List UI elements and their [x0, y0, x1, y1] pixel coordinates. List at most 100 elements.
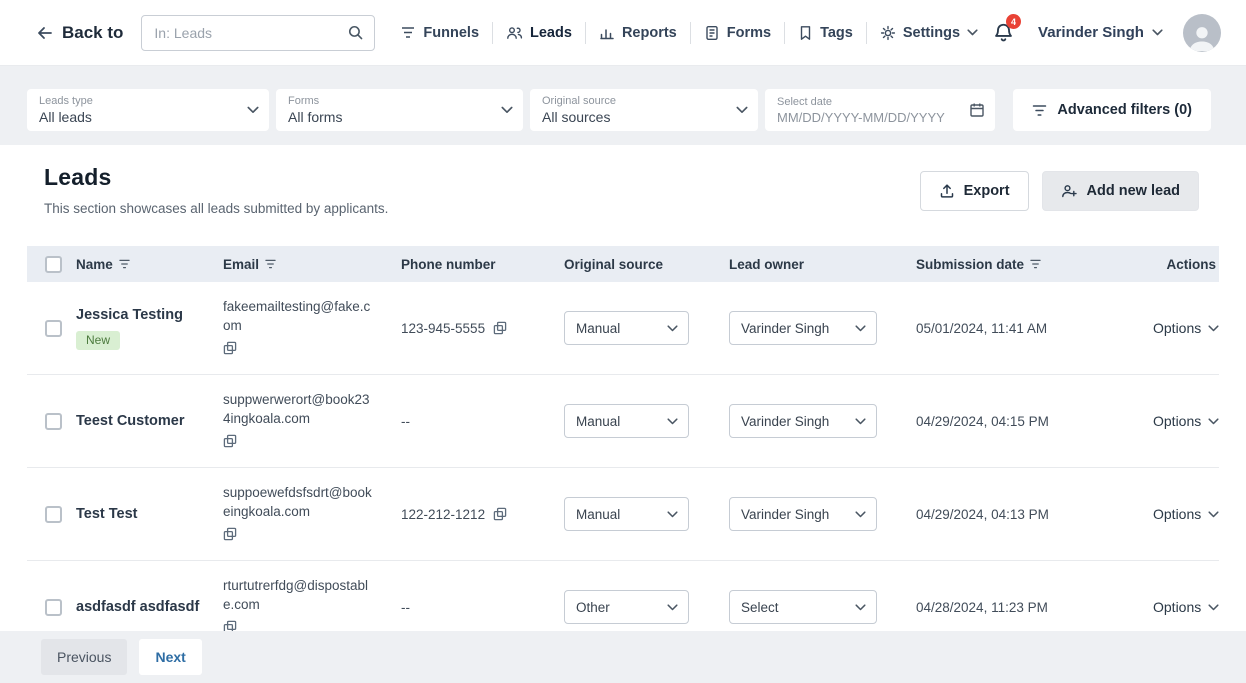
select-value: Other: [576, 600, 610, 615]
column-header-actions: Actions: [1153, 257, 1219, 272]
row-checkbox[interactable]: [45, 506, 62, 523]
nav-label: Forms: [727, 25, 771, 41]
chevron-down-icon: [1208, 604, 1219, 611]
select-all-checkbox[interactable]: [45, 256, 62, 273]
nav-tags[interactable]: Tags: [785, 25, 866, 41]
options-label: Options: [1153, 506, 1201, 522]
submission-date: 04/29/2024, 04:13 PM: [916, 507, 1049, 522]
filter-label: Original source: [542, 95, 736, 107]
original-source-select[interactable]: Other: [564, 590, 689, 624]
user-menu[interactable]: Varinder Singh: [1038, 24, 1163, 41]
column-header-email: Email: [223, 257, 401, 272]
date-filter-icon[interactable]: [1030, 259, 1041, 269]
submission-date: 04/29/2024, 04:15 PM: [916, 414, 1049, 429]
previous-page-button[interactable]: Previous: [41, 639, 127, 675]
chevron-down-icon: [667, 418, 678, 425]
forms-filter[interactable]: Forms All forms: [276, 89, 523, 131]
copy-email-icon[interactable]: [223, 620, 237, 631]
chevron-down-icon: [1152, 29, 1163, 36]
tags-icon: [798, 25, 813, 41]
email-filter-icon[interactable]: [265, 259, 276, 269]
lead-owner-select[interactable]: Varinder Singh: [729, 404, 877, 438]
name-filter-icon[interactable]: [119, 259, 130, 269]
lead-name: Test Test: [76, 505, 223, 523]
page-subtitle: This section showcases all leads submitt…: [44, 201, 920, 216]
select-value: Varinder Singh: [741, 414, 829, 429]
copy-email-icon[interactable]: [223, 341, 237, 355]
column-label: Phone number: [401, 257, 496, 272]
original-source-select[interactable]: Manual: [564, 311, 689, 345]
original-source-select[interactable]: Manual: [564, 497, 689, 531]
export-button[interactable]: Export: [920, 171, 1029, 211]
filter-value: All sources: [542, 109, 736, 125]
nav-settings[interactable]: Settings: [867, 25, 991, 41]
original-source-select[interactable]: Manual: [564, 404, 689, 438]
chevron-down-icon: [855, 418, 866, 425]
advanced-filters-label: Advanced filters (0): [1057, 102, 1192, 118]
next-page-button[interactable]: Next: [139, 639, 201, 675]
nav-forms[interactable]: Forms: [691, 25, 784, 41]
add-new-lead-label: Add new lead: [1087, 183, 1180, 199]
row-checkbox[interactable]: [45, 599, 62, 616]
filter-value: All forms: [288, 109, 501, 125]
options-button[interactable]: Options: [1153, 320, 1219, 336]
search-icon[interactable]: [347, 24, 374, 41]
filter-label: Forms: [288, 95, 501, 107]
lead-email: rturtutrerfdg@dispostable.com: [223, 577, 375, 613]
lead-name: Teest Customer: [76, 412, 223, 430]
chevron-down-icon: [667, 325, 678, 332]
nav-label: Reports: [622, 25, 677, 41]
search-box[interactable]: [141, 15, 375, 51]
column-header-phone: Phone number: [401, 257, 564, 272]
lead-owner-select[interactable]: Varinder Singh: [729, 497, 877, 531]
table-row: asdfasdf asdfasdf rturtutrerfdg@disposta…: [27, 561, 1219, 631]
nav-leads[interactable]: Leads: [493, 25, 585, 41]
topbar: Back to Funnels Leads Reports: [0, 0, 1246, 66]
column-label: Actions: [1166, 257, 1216, 272]
column-header-owner: Lead owner: [729, 257, 916, 272]
chevron-down-icon: [247, 106, 259, 114]
add-person-icon: [1061, 183, 1078, 199]
options-button[interactable]: Options: [1153, 599, 1219, 615]
copy-email-icon[interactable]: [223, 434, 237, 448]
funnels-icon: [400, 25, 416, 41]
main-nav: Funnels Leads Reports Forms: [387, 13, 991, 53]
options-button[interactable]: Options: [1153, 506, 1219, 522]
copy-phone-icon[interactable]: [493, 321, 507, 335]
back-button[interactable]: Back to: [36, 23, 123, 43]
notifications-button[interactable]: 4: [991, 18, 1016, 47]
options-button[interactable]: Options: [1153, 413, 1219, 429]
export-label: Export: [964, 183, 1010, 199]
column-label: Submission date: [916, 257, 1024, 272]
pagination-bar: Previous Next: [0, 631, 1246, 683]
lead-owner-select[interactable]: Varinder Singh: [729, 311, 877, 345]
nav-funnels[interactable]: Funnels: [387, 25, 492, 41]
back-label: Back to: [62, 23, 123, 43]
notification-badge: 4: [1006, 14, 1021, 29]
chevron-down-icon: [501, 106, 513, 114]
leads-type-filter[interactable]: Leads type All leads: [27, 89, 269, 131]
select-value: Manual: [576, 414, 620, 429]
chevron-down-icon: [1208, 325, 1219, 332]
table-row: Jessica Testing New fakeemailtesting@fak…: [27, 282, 1219, 375]
date-filter[interactable]: Select date MM/DD/YYYY-MM/DD/YYYY: [765, 89, 995, 131]
column-label: Name: [76, 257, 113, 272]
calendar-icon: [969, 102, 985, 118]
chevron-down-icon: [736, 106, 748, 114]
avatar[interactable]: [1183, 14, 1221, 52]
copy-phone-icon[interactable]: [493, 507, 507, 521]
submission-date: 04/28/2024, 11:23 PM: [916, 600, 1048, 615]
status-badge-new: New: [76, 331, 120, 350]
forms-icon: [704, 25, 720, 41]
advanced-filters-button[interactable]: Advanced filters (0): [1013, 89, 1211, 131]
original-source-filter[interactable]: Original source All sources: [530, 89, 758, 131]
search-input[interactable]: [142, 25, 347, 41]
add-new-lead-button[interactable]: Add new lead: [1042, 171, 1199, 211]
submission-date: 05/01/2024, 11:41 AM: [916, 321, 1047, 336]
nav-reports[interactable]: Reports: [586, 25, 690, 41]
row-checkbox[interactable]: [45, 320, 62, 337]
copy-email-icon[interactable]: [223, 527, 237, 541]
lead-owner-select[interactable]: Select: [729, 590, 877, 624]
row-checkbox[interactable]: [45, 413, 62, 430]
lead-phone: 123-945-5555: [401, 321, 485, 336]
